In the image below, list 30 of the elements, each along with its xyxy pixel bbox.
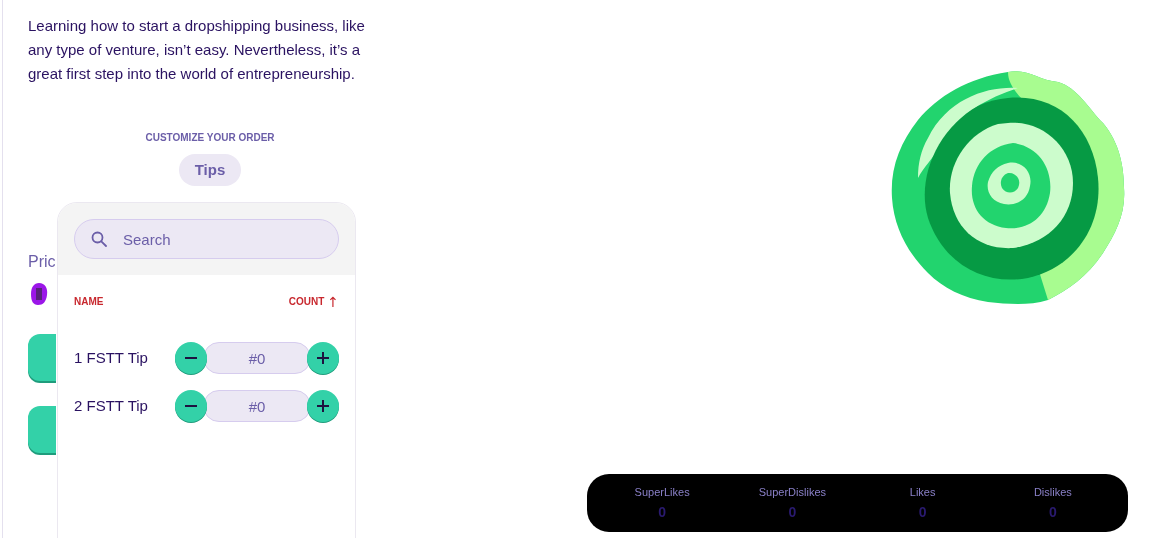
stat-label: SuperDislikes [758, 485, 826, 499]
plus-icon [317, 352, 329, 364]
increment-button[interactable] [307, 390, 339, 422]
search-field[interactable]: Search [74, 219, 339, 259]
stat-value: 0 [788, 503, 797, 521]
stat-value: 0 [918, 503, 927, 521]
token-icon [30, 282, 48, 306]
stat-value: 0 [1048, 503, 1057, 521]
count-field[interactable]: #0 [203, 342, 311, 374]
intro-paragraph: Learning how to start a dropshipping business, like any type of venture, isn’t easy. Nevertheless, it’s a great first step into the world of entrepreneurship. [28, 16, 366, 84]
tab[interactable]: Tips [178, 154, 242, 186]
plus-icon [317, 400, 329, 412]
minus-icon [185, 357, 197, 359]
section-heading: CUSTOMIZE YOUR ORDER [145, 131, 275, 145]
decrement-button[interactable] [175, 342, 207, 374]
price-label: Pric [28, 252, 57, 272]
column-header[interactable]: NAME [74, 294, 104, 309]
tip-name: 1 FSTT Tip [74, 347, 148, 368]
search-icon [91, 231, 107, 247]
stat-value: 0 [658, 503, 666, 521]
stat-label: Likes [909, 485, 936, 499]
tip-name: 2 FSTT Tip [74, 395, 148, 416]
increment-button[interactable] [307, 342, 339, 374]
sort-arrow-icon: ↑ [327, 295, 339, 308]
count-field[interactable]: #0 [203, 390, 311, 422]
decrement-button[interactable] [175, 390, 207, 422]
stat-label: SuperLikes [634, 485, 690, 499]
column-header[interactable]: COUNT ↑ [288, 294, 339, 309]
minus-icon [185, 405, 197, 407]
stat-label: Dislikes [1033, 485, 1072, 499]
